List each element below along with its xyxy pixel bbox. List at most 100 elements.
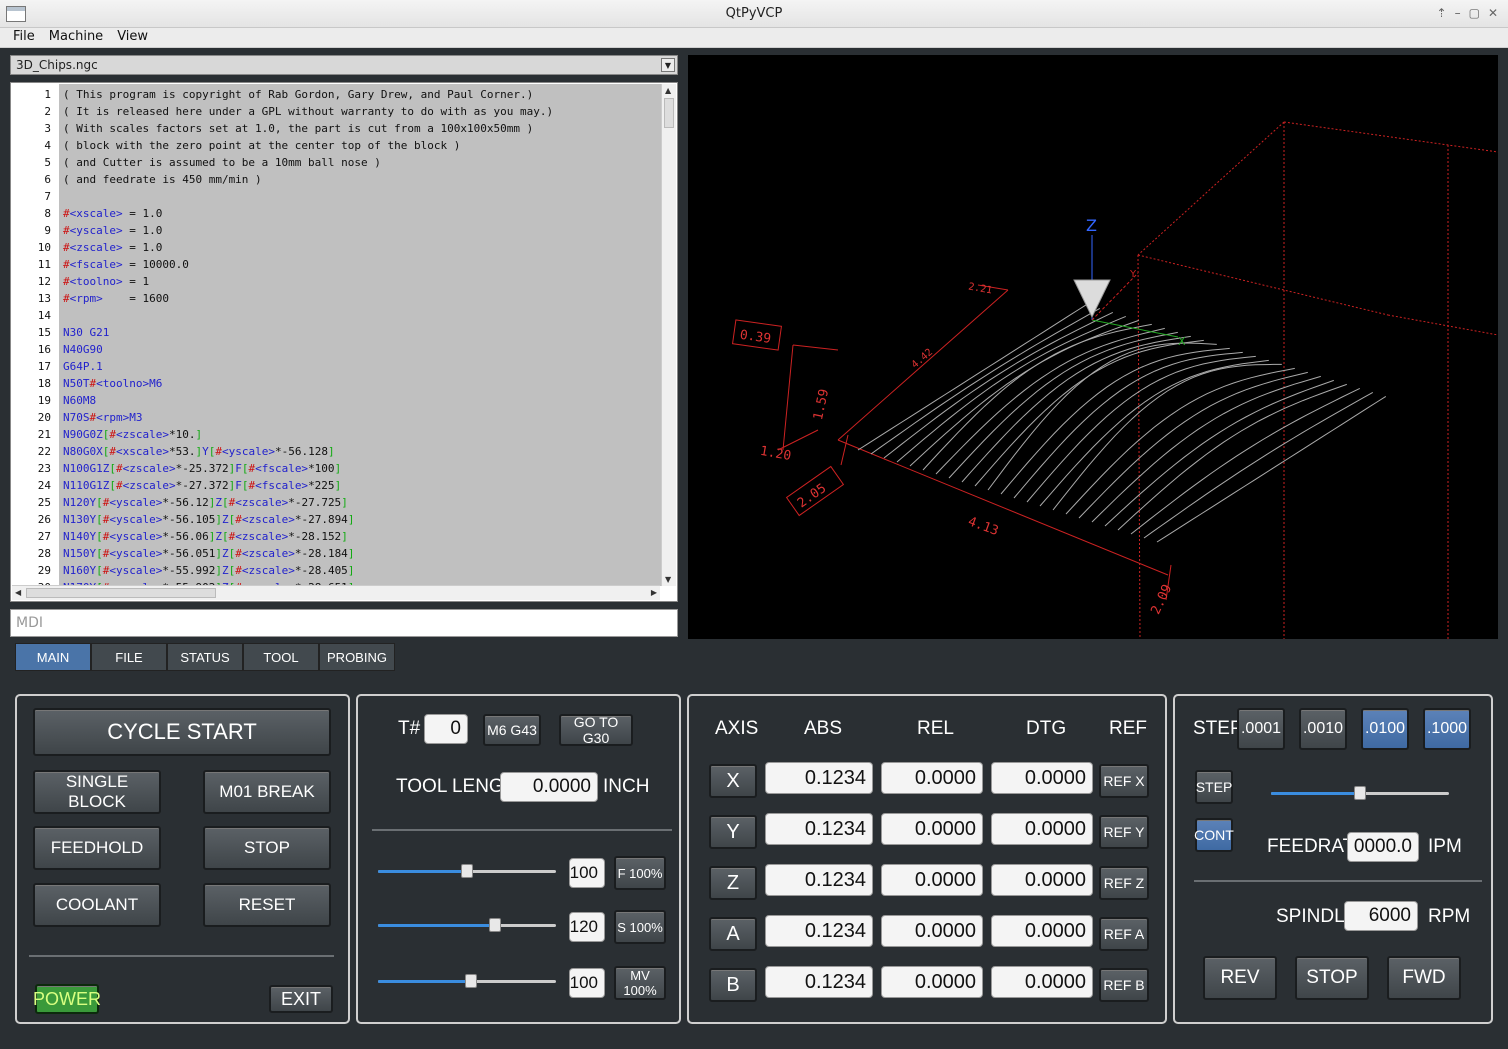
override-value[interactable]: 120: [569, 912, 605, 942]
slider-handle[interactable]: [461, 864, 473, 878]
slider-handle[interactable]: [489, 918, 502, 932]
menu-file[interactable]: File: [6, 28, 42, 47]
code-token: = 1: [122, 275, 150, 288]
spindle-stop-button[interactable]: STOP: [1295, 956, 1369, 1000]
scroll-left-icon[interactable]: ◀: [15, 588, 21, 597]
override-slider[interactable]: [378, 918, 556, 932]
code-token: *-28.184: [294, 547, 348, 560]
scroll-down-icon[interactable]: ▼: [665, 575, 671, 584]
abs-b-field: 0.1234: [765, 966, 873, 998]
code-token: N120Y: [63, 496, 97, 509]
override-reset-button[interactable]: MV 100%: [614, 966, 666, 1000]
step-0010-button[interactable]: .0010: [1299, 708, 1347, 750]
step-0100-button[interactable]: .0100: [1361, 708, 1409, 750]
dtg-z-field: 0.0000: [991, 864, 1093, 896]
spindle-forward-button[interactable]: FWD: [1387, 956, 1461, 1000]
cycle-start-button[interactable]: CYCLE START: [33, 708, 331, 756]
continuous-mode-button[interactable]: CONT: [1194, 818, 1234, 852]
tab-tool[interactable]: TOOL: [243, 643, 319, 671]
scroll-thumb[interactable]: [26, 588, 216, 598]
close-icon[interactable]: ✕: [1488, 6, 1498, 20]
vertical-scrollbar[interactable]: ▲ ▼: [661, 84, 676, 586]
pin-icon[interactable]: ⇡: [1437, 6, 1447, 20]
scroll-right-icon[interactable]: ▶: [651, 588, 657, 597]
spindle-field[interactable]: 6000: [1344, 901, 1418, 931]
ref-y-button[interactable]: REF Y: [1099, 815, 1149, 849]
line-number: 15: [37, 326, 51, 339]
axis-z-label: Z: [1086, 216, 1097, 235]
chevron-down-icon[interactable]: ▼: [661, 58, 675, 72]
code-token: N110G1Z: [63, 479, 110, 492]
scroll-up-icon[interactable]: ▲: [665, 86, 671, 95]
jog-speed-slider[interactable]: [1271, 786, 1449, 800]
m01-break-button[interactable]: M01 BREAK: [203, 770, 331, 814]
file-select[interactable]: 3D_Chips.ngc ▼: [10, 55, 678, 75]
exit-button[interactable]: EXIT: [269, 985, 333, 1013]
mdi-input[interactable]: MDI: [10, 609, 678, 637]
axis-a-button[interactable]: A: [709, 917, 757, 951]
tab-probing[interactable]: PROBING: [319, 643, 395, 671]
scroll-thumb[interactable]: [664, 98, 674, 128]
menu-machine[interactable]: Machine: [42, 28, 110, 47]
menu-view[interactable]: View: [110, 28, 155, 47]
override-value[interactable]: 100: [569, 968, 605, 998]
line-number: 22: [37, 445, 51, 458]
dim-label: 4.42: [910, 347, 936, 371]
override-value[interactable]: 100: [569, 858, 605, 888]
coolant-button[interactable]: COOLANT: [33, 883, 161, 927]
m6-g43-button[interactable]: M6 G43: [483, 714, 541, 746]
ref-z-button[interactable]: REF Z: [1099, 866, 1149, 900]
axis-z-button[interactable]: Z: [709, 866, 757, 900]
override-slider[interactable]: [378, 974, 556, 988]
code-token: *225: [308, 479, 335, 492]
tool-number-field[interactable]: 0: [424, 714, 468, 744]
ref-b-button[interactable]: REF B: [1099, 968, 1149, 1002]
override-slider[interactable]: [378, 864, 556, 878]
spindle-reverse-button[interactable]: REV: [1203, 956, 1277, 1000]
tab-main[interactable]: MAIN: [15, 643, 91, 671]
tool-length-field[interactable]: 0.0000: [500, 772, 598, 802]
code-token: N160Y: [63, 564, 97, 577]
horizontal-scrollbar[interactable]: ◀ ▶: [12, 585, 660, 600]
code-token: <zscale>: [69, 241, 123, 254]
code-line: N50T#<toolno>M6: [63, 377, 162, 390]
slider-handle[interactable]: [1354, 786, 1366, 800]
reset-button[interactable]: RESET: [203, 883, 331, 927]
step-label: STEP: [1193, 718, 1243, 739]
axis-y-button[interactable]: Y: [709, 815, 757, 849]
maximize-icon[interactable]: ▢: [1469, 6, 1480, 20]
ref-x-button[interactable]: REF X: [1099, 764, 1149, 798]
abs-z-field: 0.1234: [765, 864, 873, 896]
ref-a-button[interactable]: REF A: [1099, 917, 1149, 951]
override-reset-button[interactable]: F 100%: [614, 856, 666, 890]
code-token: *10.: [168, 428, 196, 441]
axis-b-button[interactable]: B: [709, 968, 757, 1002]
gcode-editor[interactable]: 1 2 3 4 5 6 7 8 9 10 11 12 13 14 15 16 17 18 19 20 21 22 23 24 2…: [10, 82, 678, 602]
axis-x-button[interactable]: X: [709, 764, 757, 798]
slider-handle[interactable]: [464, 974, 477, 988]
feedhold-button[interactable]: FEEDHOLD: [33, 826, 161, 870]
code-token: N30 G21: [63, 326, 110, 339]
step-0001-button[interactable]: .0001: [1237, 708, 1285, 750]
gcode-text[interactable]: ( This program is copyright of Rab Gordo…: [59, 84, 672, 586]
override-reset-button[interactable]: S 100%: [614, 910, 666, 944]
code-token: <yscale>: [69, 224, 123, 237]
power-button[interactable]: POWER: [33, 984, 101, 1014]
single-block-button[interactable]: SINGLE BLOCK: [33, 770, 161, 814]
code-token: <yscale>: [109, 547, 163, 560]
step-mode-button[interactable]: STEP: [1195, 770, 1233, 804]
stop-button[interactable]: STOP: [203, 826, 331, 870]
code-line: N130Y[#<yscale>*-56.105]Z[#<zscale>*-27.…: [63, 513, 354, 526]
line-number: 29: [37, 564, 51, 577]
tab-status[interactable]: STATUS: [167, 643, 243, 671]
go-to-g30-button[interactable]: GO TO G30: [559, 714, 633, 746]
step-1000-button[interactable]: .1000: [1423, 708, 1471, 750]
code-token: [: [96, 530, 103, 543]
tool-panel: T# 0 M6 G43 GO TO G30 TOOL LENGTH 0.0000…: [356, 694, 681, 1024]
minimize-icon[interactable]: –: [1455, 6, 1461, 20]
backplot-viewer[interactable]: Z X Y 0.39 1.59 1.20 2.05 4.13 2.09 4.42…: [688, 55, 1499, 640]
tab-file[interactable]: FILE: [91, 643, 167, 671]
code-token: <zscale>: [122, 479, 176, 492]
feedrate-field[interactable]: 0000.0: [1347, 832, 1419, 862]
rel-z-field: 0.0000: [881, 864, 983, 896]
